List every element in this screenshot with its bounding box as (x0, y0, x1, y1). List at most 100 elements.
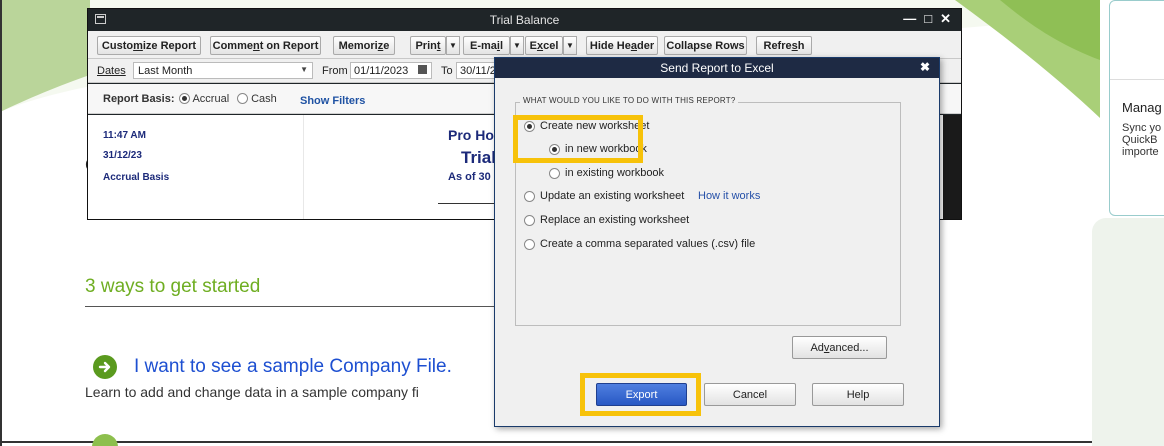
update-existing-worksheet-option[interactable]: Update an existing worksheet (524, 190, 684, 202)
highlight-box (513, 115, 643, 163)
button-label: l (499, 39, 504, 52)
dialog-titlebar[interactable]: Send Report to Excel ✖ (495, 58, 939, 78)
report-date: 31/12/23 (103, 150, 142, 161)
dialog-title: Send Report to Excel (660, 61, 774, 75)
button-mnemonic: t (436, 39, 441, 52)
show-filters-link[interactable]: Show Filters (300, 95, 365, 107)
advanced-button[interactable]: Ad v anced... (792, 336, 887, 359)
button-label: E-ma (469, 39, 497, 52)
dates-select-value: Last Month (138, 65, 193, 77)
basis-cash-radio[interactable]: Cash (237, 93, 277, 105)
create-csv-option[interactable]: Create a comma separated values (.csv) f… (524, 238, 755, 250)
radio-icon[interactable] (524, 214, 535, 226)
from-date-value: 01/11/2023 (354, 65, 409, 77)
header-rule (438, 203, 498, 204)
button-mnemonic: m (133, 39, 143, 52)
print-dropdown-icon[interactable]: ▼ (446, 36, 460, 55)
radio-icon[interactable] (524, 190, 535, 202)
collapse-rows-button[interactable]: Collapse Rows (664, 36, 747, 55)
basis-cash-label: Cash (251, 93, 277, 105)
card-divider (1110, 79, 1164, 80)
refresh-button[interactable]: Refre s h (756, 36, 812, 55)
button-label: Comme (212, 39, 253, 52)
right-info-card: Manag Sync yo QuickB importe (1109, 0, 1164, 216)
button-label: Ad (810, 341, 824, 354)
report-time: 11:47 AM (103, 130, 146, 141)
button-label: cel (543, 39, 559, 52)
right-panel (1092, 218, 1164, 446)
calendar-icon[interactable] (418, 65, 427, 74)
email-dropdown-icon[interactable]: ▼ (510, 36, 524, 55)
basis-accrual-label: Accrual (192, 93, 230, 105)
excel-dropdown-icon[interactable]: ▼ (563, 36, 577, 55)
report-basis: Accrual Basis (103, 172, 170, 183)
options-question: WHAT WOULD YOU LIKE TO DO WITH THIS REPO… (520, 96, 739, 105)
button-label: Custo (101, 39, 134, 52)
to-label: To (441, 65, 453, 77)
card-line: importe (1122, 146, 1159, 158)
getting-started-heading: 3 ways to get started (85, 276, 261, 297)
dates-select[interactable]: Last Month ▼ (133, 62, 313, 79)
button-label: e (383, 39, 390, 52)
option-label: Update an existing worksheet (540, 190, 685, 202)
option-label: Create a comma separated values (.csv) f… (540, 238, 756, 250)
column-divider (303, 115, 304, 219)
excel-button[interactable]: Ex cel (525, 36, 563, 55)
button-label: Collapse Rows (666, 39, 745, 52)
hide-header-button[interactable]: Hide He a der (586, 36, 658, 55)
send-report-to-excel-dialog: Send Report to Excel ✖ WHAT WOULD YOU LI… (494, 57, 940, 427)
report-basis-label: Report Basis: (103, 93, 175, 105)
card-title: Manag (1122, 100, 1162, 115)
sample-company-link[interactable]: I want to see a sample Company File. (134, 356, 452, 378)
basis-accrual-radio[interactable]: Accrual (179, 93, 229, 105)
close-icon[interactable]: ✕ (940, 11, 951, 27)
radio-selected-icon[interactable] (179, 93, 190, 104)
window-title: Trial Balance (489, 13, 560, 27)
company-name: Pro Ho (448, 127, 494, 143)
button-label: Memori (338, 39, 378, 52)
chevron-down-icon[interactable]: ▼ (300, 65, 308, 74)
in-existing-workbook-option[interactable]: in existing workbook (549, 167, 664, 179)
radio-icon[interactable] (524, 238, 535, 250)
minimize-icon[interactable]: — (903, 11, 916, 27)
from-label: From (322, 65, 348, 77)
sample-company-link-row[interactable]: I want to see a sample Company File. (93, 355, 452, 379)
vertical-scrollbar[interactable] (943, 115, 961, 219)
heading-divider (85, 306, 500, 307)
report-toolbar: Custo m ize Report Comme n t on Report Memor… (88, 31, 961, 59)
print-button[interactable]: Prin t (410, 36, 446, 55)
memorize-button[interactable]: Memori z e (333, 36, 395, 55)
radio-icon[interactable] (237, 93, 248, 104)
button-label: t on Report (259, 39, 319, 52)
cancel-button[interactable]: Cancel (704, 383, 796, 406)
option-label: Replace an existing worksheet (540, 214, 690, 226)
customize-report-button[interactable]: Custo m ize Report (97, 36, 201, 55)
dates-label: Dates (97, 65, 126, 77)
close-icon[interactable]: ✖ (920, 60, 930, 74)
frame-left (0, 0, 2, 446)
button-label: h (797, 39, 805, 52)
button-mnemonic: n (252, 39, 260, 52)
frame-bottom (0, 441, 1164, 443)
option-label: in existing workbook (565, 167, 665, 179)
help-button[interactable]: Help (812, 383, 904, 406)
button-label: E (529, 39, 537, 52)
maximize-icon[interactable]: □ (924, 11, 932, 27)
window-controls: — □ ✕ (903, 11, 951, 27)
button-label: Prin (415, 39, 437, 52)
comment-on-report-button[interactable]: Comme n t on Report (210, 36, 321, 55)
how-it-works-link[interactable]: How it works (698, 190, 760, 202)
radio-icon[interactable] (549, 167, 560, 179)
email-button[interactable]: E-ma i l (463, 36, 510, 55)
arrow-right-circle-icon[interactable] (93, 355, 117, 379)
button-label: Refre (763, 39, 792, 52)
button-label: ize Report (142, 39, 197, 52)
window-titlebar[interactable]: Trial Balance — □ ✕ (88, 9, 961, 31)
button-label: anced... (829, 341, 869, 354)
export-button[interactable]: Export (596, 383, 687, 406)
replace-existing-worksheet-option[interactable]: Replace an existing worksheet (524, 214, 689, 226)
card-body: Sync yo QuickB importe (1122, 122, 1164, 158)
sample-company-description: Learn to add and change data in a sample… (85, 384, 419, 400)
report-title: Trial (461, 148, 496, 167)
button-label: Hide He (589, 39, 631, 52)
